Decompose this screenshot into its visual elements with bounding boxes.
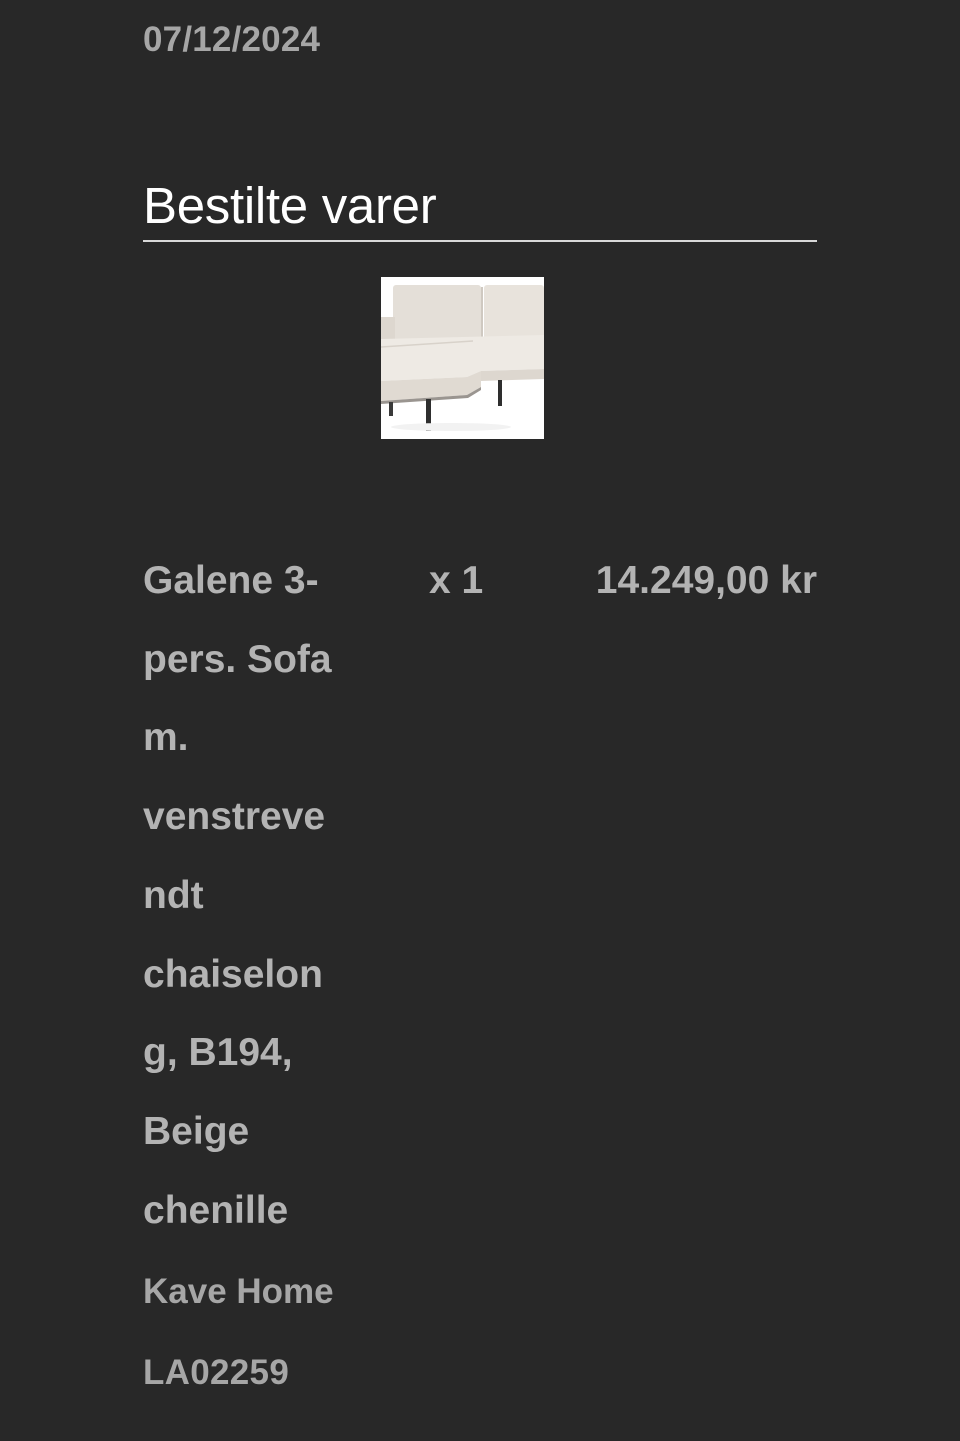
product-image[interactable] xyxy=(381,277,544,439)
item-quantity: x 1 xyxy=(429,559,484,602)
item-brand: Kave Home xyxy=(143,1272,334,1311)
item-name: Galene 3- pers. Sofa m. venstreve ndt ch… xyxy=(143,559,332,1232)
item-price: 14.249,00 kr xyxy=(595,559,817,602)
heading-divider xyxy=(143,240,817,242)
sofa-icon xyxy=(381,277,544,439)
item-sku: LA02259 xyxy=(143,1353,290,1392)
order-date: 07/12/2024 xyxy=(143,20,321,59)
ordered-items-heading: Bestilte varer xyxy=(143,177,437,234)
order-confirmation-page: 07/12/2024 Bestilte varer Galene 3- pers… xyxy=(0,0,960,1441)
